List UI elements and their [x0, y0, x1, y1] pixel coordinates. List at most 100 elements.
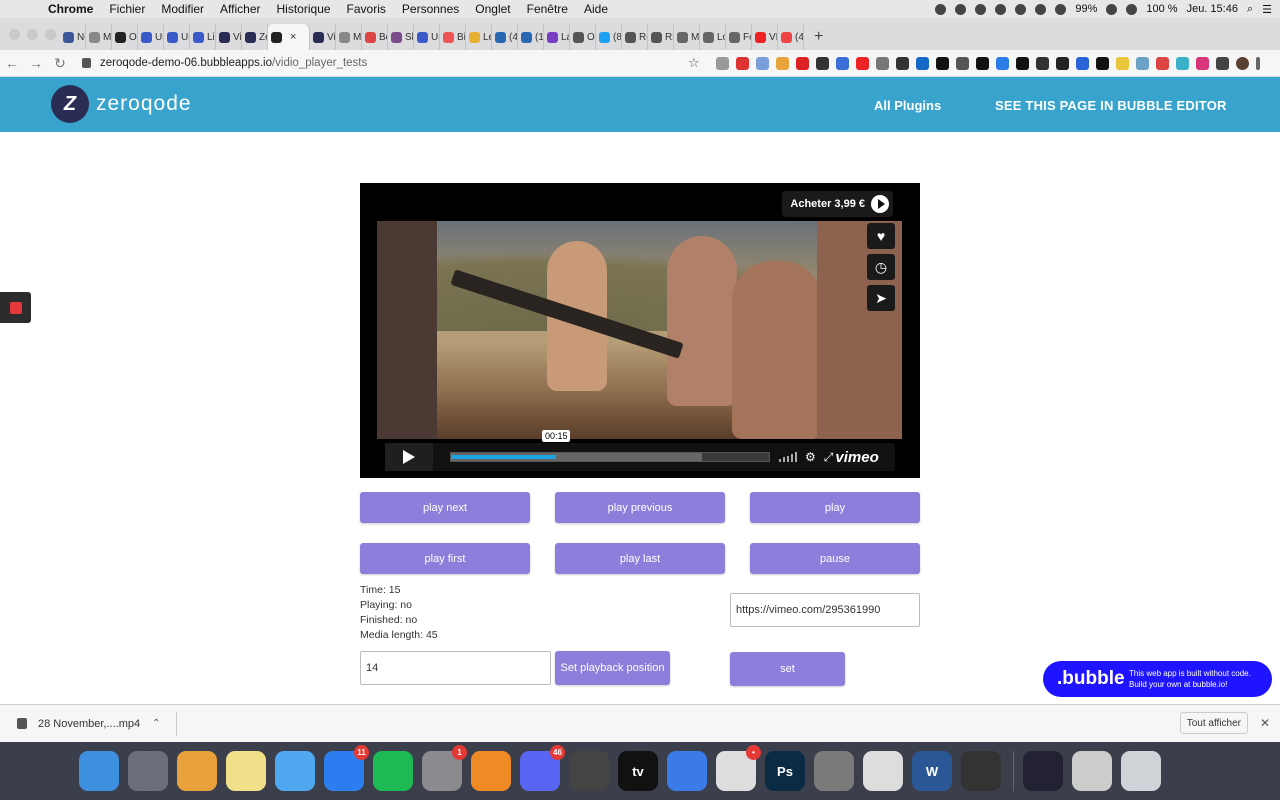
browser-tab[interactable]: Ri — [648, 24, 674, 50]
show-all-downloads-button[interactable]: Tout afficher — [1179, 712, 1248, 734]
browser-tab[interactable]: Ot — [112, 24, 138, 50]
final-cut-icon[interactable] — [961, 751, 1001, 791]
direct-mail-icon[interactable] — [667, 751, 707, 791]
chrome-icon[interactable] — [177, 751, 217, 791]
status-app-icon[interactable] — [935, 3, 947, 15]
extension-icon[interactable] — [875, 56, 889, 70]
extension-icon[interactable] — [835, 56, 849, 70]
clock[interactable]: Jeu. 15:46 — [1187, 3, 1238, 15]
zoom-window-button[interactable] — [45, 29, 56, 40]
extension-icon[interactable] — [755, 56, 769, 70]
set-playback-position-button[interactable]: Set playback position — [555, 651, 670, 685]
wifi-icon[interactable] — [1106, 3, 1118, 15]
browser-tab[interactable]: (10 — [518, 24, 544, 50]
settings-gear-icon[interactable]: ⚙ — [805, 450, 816, 464]
buy-button[interactable]: Acheter 3,99 € — [782, 191, 893, 217]
extension-icon[interactable] — [1075, 56, 1089, 70]
menu-personnes[interactable]: Personnes — [394, 2, 467, 16]
battery-percent[interactable]: 99% — [1075, 3, 1097, 15]
extension-icon[interactable] — [1095, 56, 1109, 70]
browser-tab[interactable]: Fo — [726, 24, 752, 50]
extension-icon[interactable] — [915, 56, 929, 70]
player-play-button[interactable] — [385, 443, 433, 471]
browser-tab[interactable]: Lo — [700, 24, 726, 50]
slack-icon[interactable]: • — [716, 745, 761, 791]
pause-button[interactable]: pause — [750, 543, 920, 574]
browser-tab[interactable]: Us — [164, 24, 190, 50]
fullscreen-icon[interactable]: ⤢ — [824, 450, 834, 465]
finder-icon[interactable] — [79, 751, 119, 791]
photoshop-icon[interactable]: Ps — [765, 751, 805, 791]
address-bar[interactable]: zeroqode-demo-06.bubbleapps.io/vidio_pla… — [78, 52, 618, 75]
set-url-button[interactable]: set — [730, 652, 845, 686]
zeroqode-logo[interactable]: Z zeroqode — [51, 85, 192, 123]
extension-icon[interactable] — [1195, 56, 1209, 70]
browser-tab[interactable]: Sla — [388, 24, 414, 50]
chrome-menu-icon[interactable] — [1255, 56, 1260, 70]
extension-icon[interactable] — [1215, 56, 1229, 70]
like-heart-icon[interactable]: ♥ — [867, 223, 895, 249]
back-icon[interactable]: ← — [0, 55, 24, 71]
extension-icon[interactable] — [1015, 56, 1029, 70]
forward-icon[interactable]: → — [24, 55, 48, 71]
sublime-icon[interactable] — [471, 751, 511, 791]
preview-icon[interactable] — [569, 751, 609, 791]
apple-tv-icon[interactable]: tv — [618, 751, 658, 791]
close-window-button[interactable] — [9, 29, 20, 40]
browser-tab[interactable]: Ze — [242, 24, 268, 50]
browser-tab[interactable]: No — [60, 24, 86, 50]
extension-icon[interactable] — [895, 56, 909, 70]
menu-app-name[interactable]: Chrome — [40, 2, 101, 16]
status-app-icon[interactable] — [995, 3, 1007, 15]
shortcut-icon[interactable] — [1023, 751, 1063, 791]
reload-icon[interactable]: ↻ — [48, 55, 72, 72]
browser-tab[interactable]: Us — [414, 24, 440, 50]
extension-icon[interactable] — [1135, 56, 1149, 70]
download-item[interactable]: 28 November,....mp4 — [38, 718, 140, 730]
share-send-icon[interactable]: ➤ — [867, 285, 895, 311]
play-previous-button[interactable]: play previous — [555, 492, 725, 523]
status-app-icon[interactable] — [1035, 3, 1047, 15]
browser-tab[interactable]: My — [336, 24, 362, 50]
browser-tab[interactable]: Bit — [440, 24, 466, 50]
play-button[interactable]: play — [750, 492, 920, 523]
extension-icon[interactable] — [855, 56, 869, 70]
play-first-button[interactable]: play first — [360, 543, 530, 574]
all-plugins-link[interactable]: All Plugins — [874, 98, 941, 113]
messages-icon[interactable] — [275, 751, 315, 791]
close-icon[interactable]: ✕ — [1260, 716, 1270, 730]
adblock-icon[interactable] — [795, 56, 809, 70]
recording-stop-button[interactable] — [0, 292, 31, 323]
menu-fichier[interactable]: Fichier — [101, 2, 153, 16]
menu-afficher[interactable]: Afficher — [212, 2, 268, 16]
extension-icon[interactable] — [935, 56, 949, 70]
bubble-editor-link[interactable]: SEE THIS PAGE IN BUBBLE EDITOR — [995, 98, 1227, 113]
launchpad-icon[interactable] — [128, 751, 168, 791]
volume-percent[interactable]: 100 % — [1146, 3, 1177, 15]
playback-position-input[interactable]: 14 — [360, 651, 551, 685]
menu-fenetre[interactable]: Fenêtre — [519, 2, 576, 16]
extension-icon[interactable] — [815, 56, 829, 70]
browser-tab[interactable]: Us — [138, 24, 164, 50]
extension-icon[interactable] — [1175, 56, 1189, 70]
discord-icon[interactable]: 46 — [520, 745, 565, 791]
browser-tab[interactable]: Vi — [310, 24, 336, 50]
profile-avatar[interactable] — [1235, 56, 1249, 70]
extension-icon[interactable] — [1115, 56, 1129, 70]
browser-tab[interactable]: VII — [752, 24, 778, 50]
tab-active[interactable]: × — [268, 24, 310, 50]
minimize-window-button[interactable] — [27, 29, 38, 40]
extension-icon[interactable] — [715, 56, 729, 70]
menu-historique[interactable]: Historique — [269, 2, 339, 16]
browser-tab[interactable]: (4 — [778, 24, 804, 50]
extension-icon[interactable] — [1055, 56, 1069, 70]
bubble-badge[interactable]: .bubble This web app is built without co… — [1043, 661, 1272, 697]
play-last-button[interactable]: play last — [555, 543, 725, 574]
browser-tab[interactable]: Le — [466, 24, 492, 50]
vimeo-logo[interactable]: vimeo — [835, 449, 878, 466]
vimeo-player[interactable]: Acheter 3,99 € ♥ ◷ ➤ 00:15 ⚙ ⤢ vimeo — [360, 183, 920, 478]
browser-tab[interactable]: Ot — [570, 24, 596, 50]
menu-modifier[interactable]: Modifier — [153, 2, 212, 16]
watch-later-clock-icon[interactable]: ◷ — [867, 254, 895, 280]
bluetooth-icon[interactable] — [1126, 3, 1138, 15]
